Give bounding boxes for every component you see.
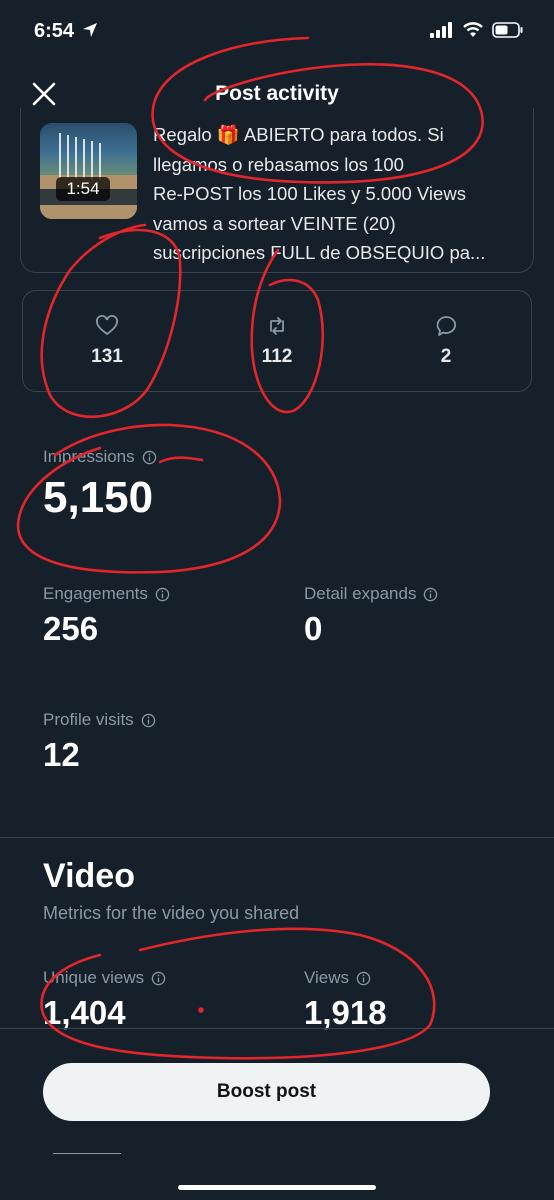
views-value: 1,918 [304,994,387,1031]
video-duration-badge: 1:54 [56,177,110,201]
detail-expands-label: Detail expands [304,584,438,604]
engagements-label: Engagements [43,584,170,604]
section-divider [0,837,554,838]
info-icon[interactable] [356,971,371,986]
page-title: Post activity [215,82,339,105]
detail-expands-value: 0 [304,610,323,647]
annotation-dot [198,1007,204,1013]
repost-stat[interactable] [265,314,289,343]
like-stat[interactable] [95,314,119,343]
info-icon[interactable] [141,713,156,728]
video-thumbnail[interactable] [40,123,137,219]
info-icon[interactable] [155,587,170,602]
info-icon[interactable] [142,450,157,465]
replies-count: 2 [440,346,452,367]
boost-post-button[interactable]: Boost post [43,1063,490,1121]
status-time: 6:54 [34,20,98,43]
video-section-title: Video [43,857,135,895]
footer-line [53,1153,121,1154]
repost-icon [270,317,284,335]
profile-visits-value: 12 [43,736,80,773]
post-text: Regalo 🎁 ABIERTO para todos. Si llegamos… [153,124,486,263]
battery-icon [492,22,523,38]
footer-divider [0,1028,554,1029]
status-indicators [430,22,524,38]
views-label: Views [304,968,371,988]
reply-stat[interactable] [434,314,458,343]
reposts-count: 112 [261,346,293,367]
location-arrow-icon [82,23,97,37]
profile-visits-label: Profile visits [43,710,156,730]
video-section-subtitle: Metrics for the video you shared [43,903,300,923]
reply-icon [436,316,457,336]
impressions-value: 5,150 [43,473,154,522]
heart-icon [96,315,118,336]
impressions-label: Impressions [43,447,157,467]
unique-views-value: 1,404 [43,994,126,1031]
info-icon[interactable] [151,971,166,986]
unique-views-label: Unique views [43,968,166,988]
signal-icon [430,22,452,38]
wifi-icon [463,22,483,37]
likes-count: 131 [91,346,123,367]
thumbnail-image [40,133,137,219]
home-indicator[interactable] [178,1185,376,1190]
info-icon[interactable] [423,587,438,602]
engagements-value: 256 [43,610,99,647]
